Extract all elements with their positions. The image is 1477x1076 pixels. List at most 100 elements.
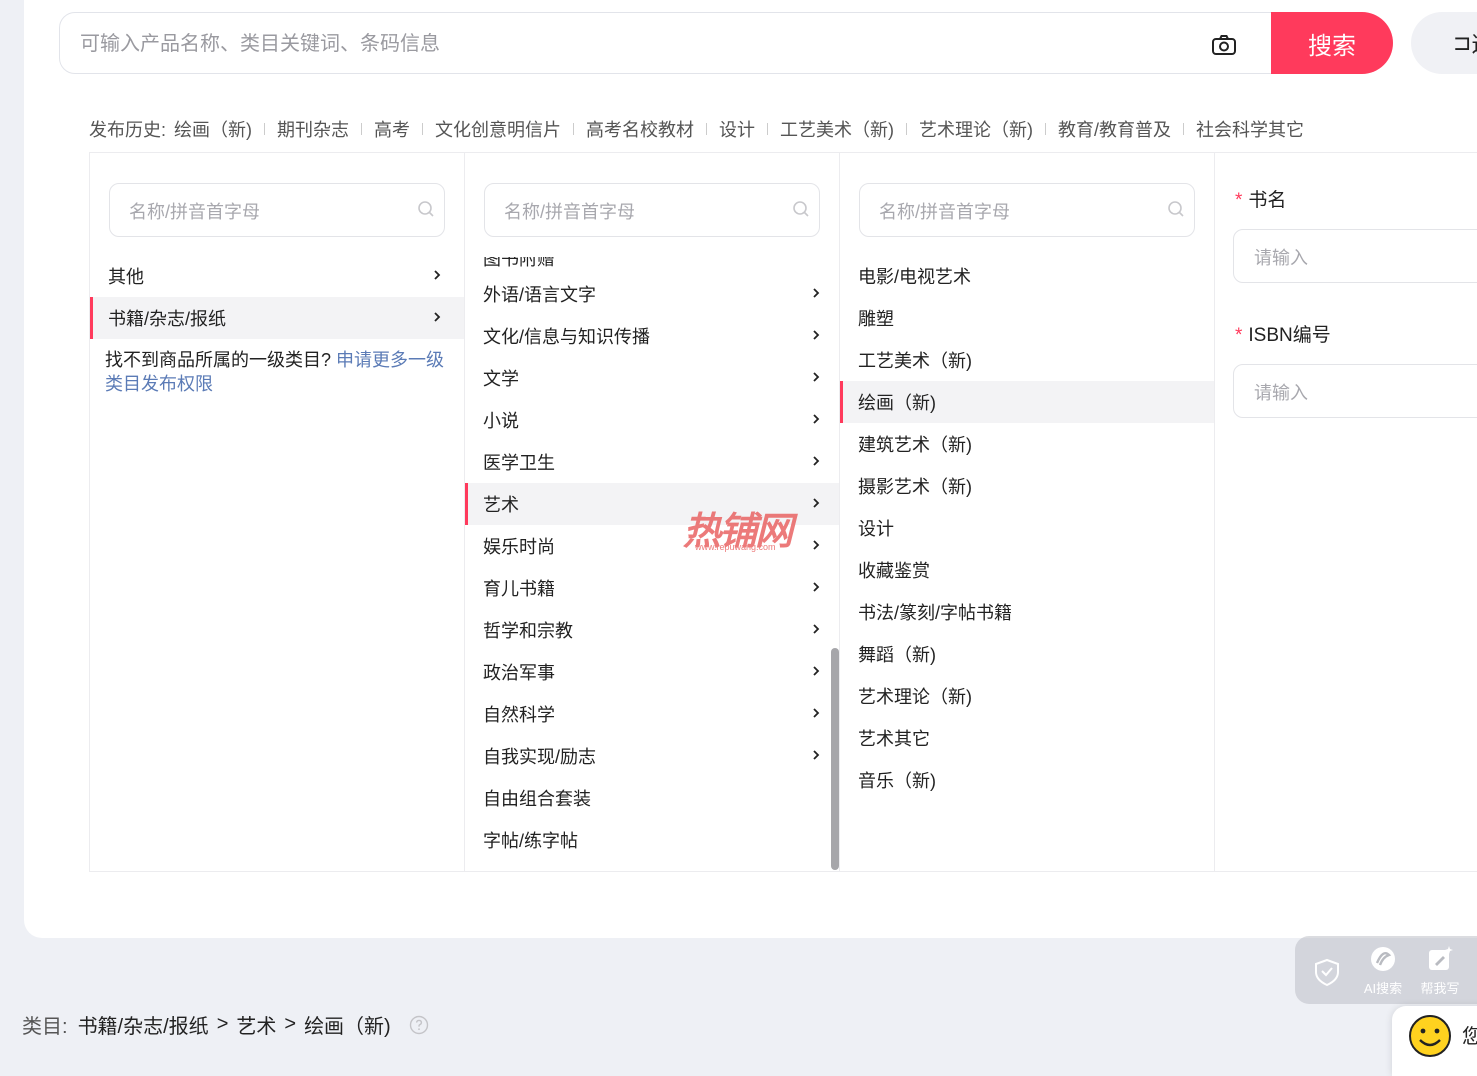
history-item[interactable]: 高考名校教材: [586, 116, 694, 142]
required-mark: *: [1235, 325, 1243, 346]
category-item[interactable]: 艺术理论（新): [840, 675, 1214, 717]
category-item-label: 小说: [483, 411, 519, 431]
column-search-box[interactable]: [859, 183, 1195, 237]
category-item[interactable]: 工艺美术（新): [840, 339, 1214, 381]
category-item-label: 艺术: [483, 495, 519, 515]
category-item[interactable]: 自由组合套装: [465, 777, 839, 819]
category-item-selected[interactable]: 书籍/杂志/报纸: [90, 297, 464, 339]
category-item-label: 舞蹈（新): [858, 645, 936, 665]
category-item[interactable]: 医学卫生: [465, 441, 839, 483]
filter-label: 这: [1471, 27, 1477, 59]
column-search-input[interactable]: [502, 196, 776, 228]
category-item-label: 政治军事: [483, 663, 555, 683]
history-item[interactable]: 艺术理论（新): [919, 116, 1033, 142]
filter-button[interactable]: ⊐这: [1411, 12, 1477, 74]
chevron-right-icon: [813, 540, 820, 550]
category-item[interactable]: 政治军事: [465, 651, 839, 693]
category-item[interactable]: 育儿书籍: [465, 567, 839, 609]
category-item[interactable]: 外语/语言文字: [465, 273, 839, 315]
category-item[interactable]: 音乐（新): [840, 759, 1214, 801]
category-item[interactable]: 哲学和宗教: [465, 609, 839, 651]
category-item[interactable]: 舞蹈（新): [840, 633, 1214, 675]
category-item[interactable]: 书法/篆刻/字帖书籍: [840, 591, 1214, 633]
history-item[interactable]: 社会科学其它: [1196, 116, 1304, 142]
category-item[interactable]: 自我实现/励志: [465, 735, 839, 777]
history-item[interactable]: 绘画（新): [174, 116, 252, 142]
scrollbar-thumb[interactable]: [831, 648, 839, 870]
search-box[interactable]: [59, 12, 1299, 74]
category-item[interactable]: 艺术其它: [840, 717, 1214, 759]
category-item-label: 字帖/练字帖: [483, 831, 579, 851]
category-item-partial[interactable]: 图书附赠: [483, 257, 555, 271]
chat-widget[interactable]: 您: [1392, 1006, 1477, 1076]
isbn-label-text: ISBN编号: [1248, 325, 1331, 346]
camera-icon[interactable]: [1210, 31, 1238, 59]
help-icon[interactable]: [409, 1015, 429, 1035]
category-item-label: 自我实现/励志: [483, 747, 597, 767]
chevron-right-icon: [813, 498, 820, 508]
history-item[interactable]: 期刊杂志: [277, 116, 349, 142]
chevron-right-icon: [813, 456, 820, 466]
category-item[interactable]: 雕塑: [840, 297, 1214, 339]
category-item-label: 育儿书籍: [483, 579, 555, 599]
book-name-field[interactable]: [1233, 229, 1477, 283]
divider: [706, 123, 708, 135]
category-item-selected[interactable]: 绘画（新): [840, 381, 1214, 423]
category-item-label: 书法/篆刻/字帖书籍: [858, 603, 1013, 623]
category-item[interactable]: 收藏鉴赏: [840, 549, 1214, 591]
breadcrumb-item: 书籍/杂志/报纸: [77, 1016, 209, 1038]
column-search-input[interactable]: [877, 196, 1151, 228]
column-search-box[interactable]: [109, 183, 445, 237]
category-item[interactable]: 自然科学: [465, 693, 839, 735]
category-item-label: 电影/电视艺术: [858, 267, 972, 287]
history-item[interactable]: 高考: [374, 116, 410, 142]
chevron-right-icon: [434, 312, 441, 322]
chevron-right-icon: [813, 414, 820, 424]
category-item[interactable]: 其他: [90, 255, 464, 297]
category-breadcrumb: 类目: 书籍/杂志/报纸 > 艺术 > 绘画（新): [22, 1010, 429, 1039]
book-name-input[interactable]: [1252, 242, 1477, 274]
divider: [264, 123, 266, 135]
history-item[interactable]: 工艺美术（新): [780, 116, 894, 142]
category-item-label: 文化/信息与知识传播: [483, 327, 651, 347]
help-write-button[interactable]: 帮我写: [1412, 944, 1468, 1000]
history-item[interactable]: 设计: [719, 116, 755, 142]
category-item-label: 音乐（新): [858, 771, 936, 791]
assist-toolbar: AI搜索 帮我写: [1295, 936, 1477, 1004]
category-item[interactable]: 字帖/练字帖: [465, 819, 839, 861]
history-item[interactable]: 文化创意明信片: [435, 116, 561, 142]
isbn-field[interactable]: [1233, 364, 1477, 418]
publish-history: 发布历史: 绘画（新) 期刊杂志 高考 文化创意明信片 高考名校教材 设计 工艺…: [89, 116, 1304, 142]
column-search-input[interactable]: [127, 196, 401, 228]
search-icon: [793, 201, 809, 217]
ai-search-button[interactable]: AI搜索: [1355, 944, 1411, 1000]
divider: [1045, 123, 1047, 135]
category-item[interactable]: 小说: [465, 399, 839, 441]
isbn-input[interactable]: [1252, 377, 1477, 409]
left-strip: [0, 0, 24, 1060]
chevron-right-icon: [813, 624, 820, 634]
chevron-right-icon: [813, 750, 820, 760]
column-search-box[interactable]: [484, 183, 820, 237]
category-item-label: 艺术理论（新): [858, 687, 972, 707]
chevron-right-icon: [813, 666, 820, 676]
category-item[interactable]: 建筑艺术（新): [840, 423, 1214, 465]
divider: [767, 123, 769, 135]
ai-search-icon: [1371, 947, 1395, 971]
category-item[interactable]: 设计: [840, 507, 1214, 549]
category-item[interactable]: 文化/信息与知识传播: [465, 315, 839, 357]
shield-button[interactable]: [1299, 944, 1355, 1000]
category-item-label: 摄影艺术（新): [858, 477, 972, 497]
category-list: 电影/电视艺术 雕塑 工艺美术（新) 绘画（新) 建筑艺术（新) 摄影艺术（新)…: [840, 255, 1214, 801]
category-item[interactable]: 摄影艺术（新): [840, 465, 1214, 507]
not-found-text: 找不到商品所属的一级类目?: [105, 350, 332, 370]
chevron-right-icon: [813, 330, 820, 340]
breadcrumb-separator: >: [284, 1013, 297, 1035]
search-input[interactable]: [78, 23, 1182, 65]
category-item-label: 娱乐时尚: [483, 537, 555, 557]
history-item[interactable]: 教育/教育普及: [1058, 116, 1171, 142]
search-button[interactable]: 搜索: [1271, 12, 1393, 74]
category-item[interactable]: 电影/电视艺术: [840, 255, 1214, 297]
category-item[interactable]: 文学: [465, 357, 839, 399]
category-item-label: 工艺美术（新): [858, 351, 972, 371]
